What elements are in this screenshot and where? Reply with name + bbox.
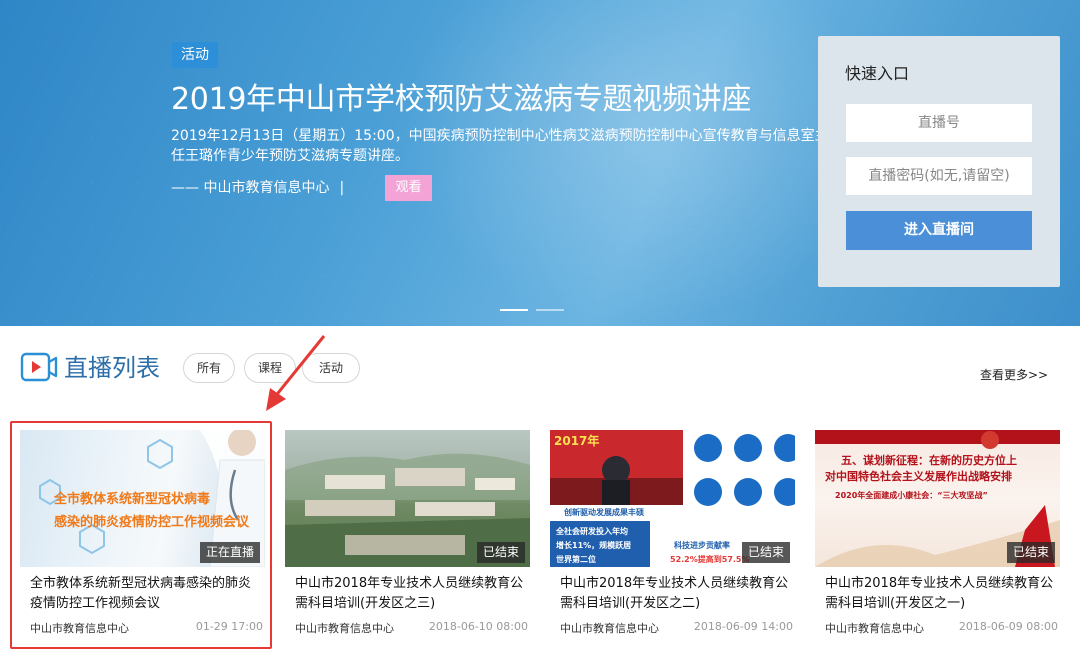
live-card-thumbnail[interactable]: 全市教体系统新型冠状病毒 感染的肺炎疫情防控工作视频会议 正在直播 [20,430,265,567]
thumbnail-caption-contribution: 科技进步贡献率 [674,541,730,550]
thumbnail-caption-headline: 创新驱动发展成果丰硕 [564,508,644,517]
thumbnail-caption-rate: 52.2%提高到57.5% [670,555,750,564]
thumbnail-caption-rank: 世界第二位 [556,555,596,564]
live-card-thumbnail[interactable]: 五、谋划新征程：在新的历史方位上 对中国特色社会主义发展作出战略安排 2020年… [815,430,1060,567]
filter-courses[interactable]: 课程 [244,353,296,383]
thumbnail-caption-line-2: 对中国特色社会主义发展作出战略安排 [825,470,1012,483]
live-card[interactable]: 已结束 中山市2018年专业技术人员继续教育公需科目培训(开发区之三) 中山市教… [285,430,530,645]
thumbnail-caption-line-1: 五、谋划新征程：在新的历史方位上 [841,454,1017,467]
thumbnail-caption-rnd: 全社会研发投入年均 [556,527,628,536]
live-card-organizer: 中山市教育信息中心 [560,622,659,635]
enter-live-room-button[interactable]: 进入直播间 [846,211,1032,250]
live-card-time: 2018-06-09 14:00 [693,620,793,633]
status-badge: 已结束 [741,542,790,563]
quick-entry-panel: 快速入口 进入直播间 [818,36,1060,287]
banner-author: —— 中山市教育信息中心 | [171,176,344,200]
live-card-title[interactable]: 中山市2018年专业技术人员继续教育公需科目培训(开发区之一) [825,574,1057,614]
live-card[interactable]: 2017年 创新驱动发展成果丰硕 科技进步贡献率 全社会研发投入年均 增长11%… [550,430,795,645]
live-card-title[interactable]: 中山市2018年专业技术人员继续教育公需科目培训(开发区之三) [295,574,527,614]
live-card-thumbnail[interactable]: 2017年 创新驱动发展成果丰硕 科技进步贡献率 全社会研发投入年均 增长11%… [550,430,795,567]
live-list-title: 直播列表 [64,354,160,382]
quick-entry-title: 快速入口 [845,64,910,83]
banner-author-name: —— 中山市教育信息中心 [171,180,330,196]
banner-title[interactable]: 2019年中山市学校预防艾滋病专题视频讲座 [171,80,751,120]
filter-all[interactable]: 所有 [183,353,235,383]
live-card[interactable]: 全市教体系统新型冠状病毒 感染的肺炎疫情防控工作视频会议 正在直播 全市教体系统… [20,430,265,645]
filter-activities[interactable]: 活动 [302,353,360,383]
thumbnail-caption-year: 2017年 [554,434,600,448]
thumbnail-caption-growth: 增长11%，规模跃居 [556,541,632,550]
carousel-dot-2[interactable] [536,309,564,311]
thumbnail-caption-line-2: 感染的肺炎疫情防控工作视频会议 [54,515,250,530]
live-card-title[interactable]: 全市教体系统新型冠状病毒感染的肺炎疫情防控工作视频会议 [30,574,262,614]
live-card-organizer: 中山市教育信息中心 [825,622,924,635]
carousel-dot-1[interactable] [500,309,528,311]
banner-description: 2019年12月13日（星期五）15:00，中国疾病预防控制中心性病艾滋病预防控… [171,128,829,164]
thumbnail-caption-line-3: 2020年全面建成小康社会：“三大攻坚战” [835,491,988,500]
room-password-input[interactable] [846,157,1032,195]
thumbnail-caption-line-1: 全市教体系统新型冠状病毒 [54,492,211,507]
room-number-input[interactable] [846,104,1032,142]
live-card-time: 2018-06-10 08:00 [428,620,528,633]
live-card-thumbnail[interactable]: 已结束 [285,430,530,567]
live-card-organizer: 中山市教育信息中心 [295,622,394,635]
status-badge: 正在直播 [199,542,260,563]
live-card[interactable]: 五、谋划新征程：在新的历史方位上 对中国特色社会主义发展作出战略安排 2020年… [815,430,1060,645]
banner-separator: | [339,180,345,196]
carousel-indicators [500,309,564,311]
live-card-title[interactable]: 中山市2018年专业技术人员继续教育公需科目培训(开发区之二) [560,574,792,614]
status-badge: 已结束 [476,542,525,563]
banner-tag: 活动 [172,42,218,68]
live-card-organizer: 中山市教育信息中心 [30,622,129,635]
live-video-icon [20,352,58,382]
live-card-time: 2018-06-09 08:00 [958,620,1058,633]
view-more-link[interactable]: 查看更多>> [980,366,1048,383]
live-card-time: 01-29 17:00 [195,620,263,633]
watch-button[interactable]: 观看 [385,175,432,201]
status-badge: 已结束 [1006,542,1055,563]
